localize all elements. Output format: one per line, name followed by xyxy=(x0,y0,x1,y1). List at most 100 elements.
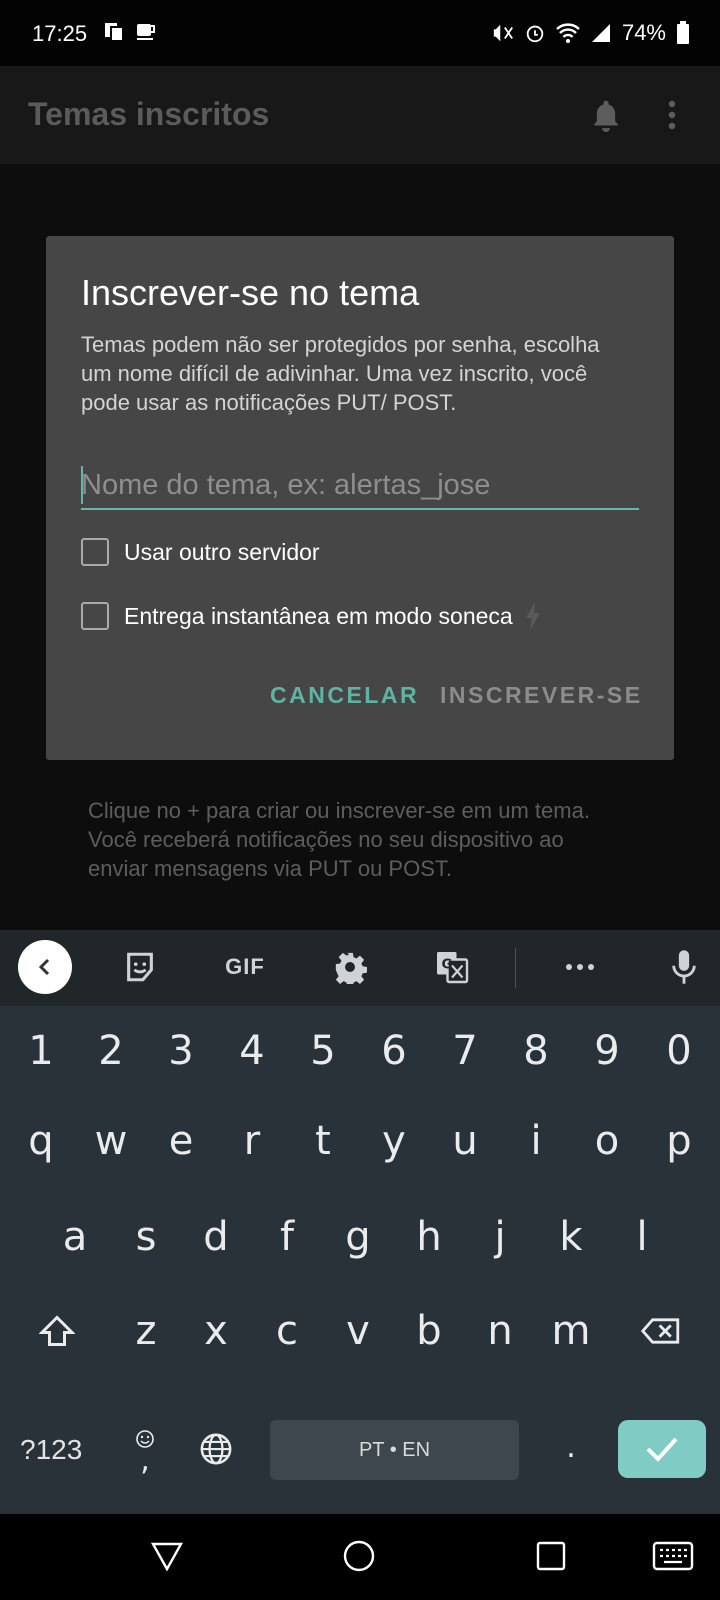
recents-square-icon[interactable] xyxy=(534,1539,568,1573)
globe-icon xyxy=(200,1433,232,1465)
key-7[interactable]: 7 xyxy=(430,1006,500,1096)
battery-icon xyxy=(677,21,689,44)
keyboard-switch-icon[interactable] xyxy=(652,1539,694,1573)
key-d[interactable]: d xyxy=(181,1192,251,1282)
gear-icon xyxy=(335,952,367,984)
key-e[interactable]: e xyxy=(146,1096,216,1186)
wifi-icon xyxy=(556,23,580,43)
keyboard-toolbar: GIF G xyxy=(0,930,720,1006)
key-x[interactable]: x xyxy=(181,1286,251,1376)
text-cursor xyxy=(81,466,83,504)
bell-icon[interactable] xyxy=(590,98,622,132)
key-r[interactable]: r xyxy=(217,1096,287,1186)
other-server-label: Usar outro servidor xyxy=(124,538,320,565)
key-4[interactable]: 4 xyxy=(217,1006,287,1096)
bolt-icon xyxy=(525,602,540,630)
status-bar: 17:25 74% xyxy=(0,0,720,66)
keyboard-collapse-button[interactable] xyxy=(18,940,72,994)
instant-delivery-label: Entrega instantânea em modo soneca xyxy=(124,602,513,629)
key-w[interactable]: w xyxy=(76,1096,146,1186)
period-key[interactable]: . xyxy=(536,1402,606,1492)
key-y[interactable]: y xyxy=(359,1096,429,1186)
status-right-icons: 74% xyxy=(492,20,690,46)
key-b[interactable]: b xyxy=(394,1286,464,1376)
emoji-comma-key[interactable]: , xyxy=(110,1406,180,1496)
gif-button[interactable]: GIF xyxy=(220,944,270,990)
space-key[interactable]: PT • EN xyxy=(270,1420,519,1480)
topic-name-input[interactable] xyxy=(81,462,639,510)
key-5[interactable]: 5 xyxy=(288,1006,358,1096)
key-s[interactable]: s xyxy=(111,1192,181,1282)
key-q[interactable]: q xyxy=(6,1096,76,1186)
backspace-key[interactable] xyxy=(626,1286,696,1376)
sticker-icon xyxy=(127,952,153,982)
key-k[interactable]: k xyxy=(536,1192,606,1282)
translate-button[interactable]: G xyxy=(432,944,472,990)
key-6[interactable]: 6 xyxy=(359,1006,429,1096)
signal-icon xyxy=(591,24,610,42)
status-left-icons xyxy=(102,20,158,44)
symbols-key[interactable]: ?123 xyxy=(20,1420,82,1480)
navigation-bar xyxy=(0,1514,720,1600)
language-key[interactable] xyxy=(181,1404,251,1494)
chevron-left-icon xyxy=(38,958,50,976)
check-icon xyxy=(646,1437,678,1462)
key-c[interactable]: c xyxy=(252,1286,322,1376)
status-time: 17:25 xyxy=(32,21,88,46)
key-m[interactable]: m xyxy=(536,1286,606,1376)
key-u[interactable]: u xyxy=(430,1096,500,1186)
more-vert-icon[interactable] xyxy=(668,100,676,130)
app-bar: Temas inscritos xyxy=(0,66,720,164)
more-horiz-icon xyxy=(566,964,594,970)
comma-label: , xyxy=(140,1443,150,1478)
shift-icon xyxy=(39,1315,75,1346)
dialog-title: Inscrever-se no tema xyxy=(81,272,420,313)
voice-input-button[interactable] xyxy=(664,944,704,990)
key-0[interactable]: 0 xyxy=(644,1006,714,1096)
key-j[interactable]: j xyxy=(465,1192,535,1282)
key-o[interactable]: o xyxy=(572,1096,642,1186)
key-a[interactable]: a xyxy=(40,1192,110,1282)
key-8[interactable]: 8 xyxy=(501,1006,571,1096)
instant-delivery-checkbox[interactable] xyxy=(81,602,109,630)
key-h[interactable]: h xyxy=(394,1192,464,1282)
key-p[interactable]: p xyxy=(644,1096,714,1186)
subscribe-dialog: Inscrever-se no tema Temas podem não ser… xyxy=(46,236,674,760)
shift-key[interactable] xyxy=(22,1286,92,1376)
key-3[interactable]: 3 xyxy=(146,1006,216,1096)
other-server-checkbox[interactable] xyxy=(81,538,109,566)
asdf-row: a s d f g h j k l xyxy=(0,1192,720,1282)
coffee-icon xyxy=(137,24,155,40)
key-n[interactable]: n xyxy=(465,1286,535,1376)
battery-percent: 74% xyxy=(621,20,666,45)
enter-key[interactable] xyxy=(618,1420,706,1478)
key-l[interactable]: l xyxy=(607,1192,677,1282)
other-server-row[interactable]: Usar outro servidor xyxy=(81,538,320,566)
backspace-icon xyxy=(641,1318,680,1344)
key-f[interactable]: f xyxy=(252,1192,322,1282)
key-2[interactable]: 2 xyxy=(76,1006,146,1096)
cancel-button[interactable]: CANCELAR xyxy=(270,682,419,709)
key-t[interactable]: t xyxy=(288,1096,358,1186)
settings-button[interactable] xyxy=(330,944,370,990)
translate-icon: G xyxy=(437,952,469,984)
key-z[interactable]: z xyxy=(111,1286,181,1376)
key-1[interactable]: 1 xyxy=(6,1006,76,1096)
instant-delivery-row[interactable]: Entrega instantânea em modo soneca xyxy=(81,602,541,630)
home-circle-icon[interactable] xyxy=(342,1539,376,1573)
microphone-icon xyxy=(672,950,696,984)
notification-icon xyxy=(105,23,124,42)
toolbar-divider xyxy=(515,948,516,988)
qwerty-row: q w e r t y u i o p xyxy=(0,1096,720,1186)
sticker-button[interactable] xyxy=(120,944,160,990)
more-options-button[interactable] xyxy=(560,944,600,990)
key-9[interactable]: 9 xyxy=(572,1006,642,1096)
key-v[interactable]: v xyxy=(323,1286,393,1376)
back-triangle-icon[interactable] xyxy=(150,1539,184,1573)
key-g[interactable]: g xyxy=(323,1192,393,1282)
empty-state-text: Clique no + para criar ou inscrever-se e… xyxy=(88,798,590,881)
alarm-icon xyxy=(526,25,544,43)
svg-text:G: G xyxy=(442,957,453,973)
key-i[interactable]: i xyxy=(501,1096,571,1186)
subscribe-button[interactable]: INSCREVER-SE xyxy=(440,682,643,709)
